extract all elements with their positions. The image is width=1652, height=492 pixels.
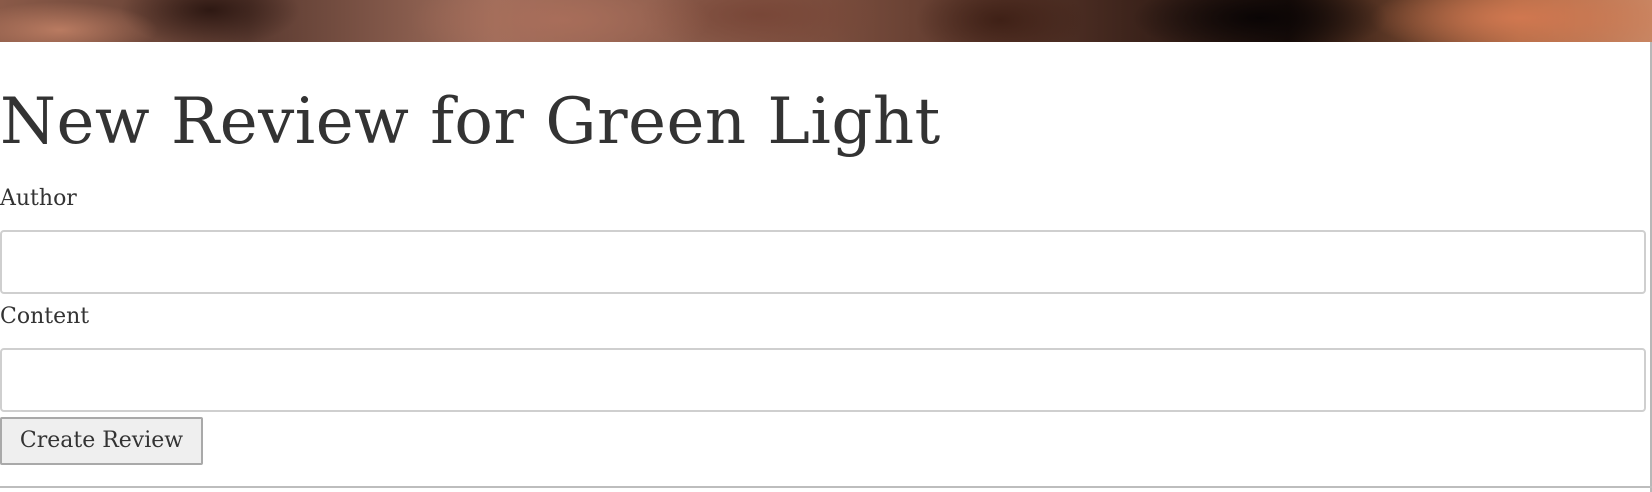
hero-banner-image: [0, 0, 1652, 42]
content-label: Content: [0, 304, 90, 329]
page-title: New Review for Green Light: [0, 85, 941, 159]
page-bottom-border: [0, 486, 1652, 488]
create-review-button[interactable]: Create Review: [0, 417, 203, 465]
content-input[interactable]: [0, 348, 1646, 412]
author-input[interactable]: [0, 230, 1646, 294]
author-label: Author: [0, 186, 77, 211]
review-form-page: New Review for Green Light Author Conten…: [0, 0, 1652, 492]
